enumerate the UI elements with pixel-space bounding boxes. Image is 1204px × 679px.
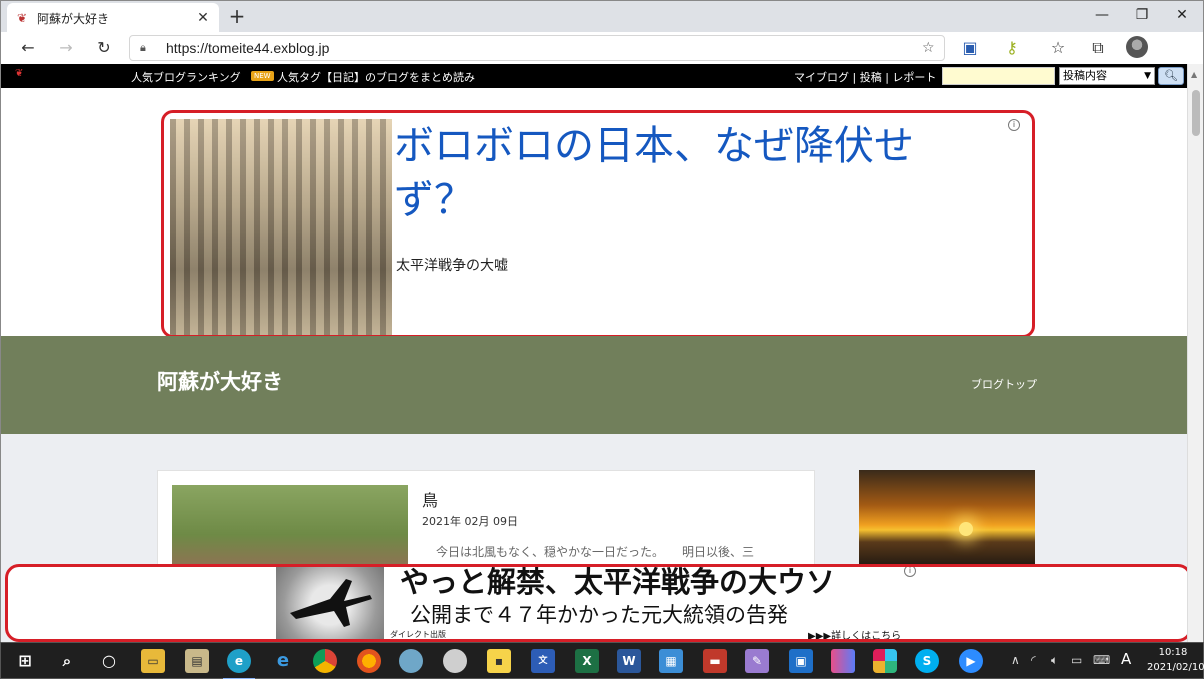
clock-date: 2021/02/10 — [1147, 662, 1204, 673]
favorites-icon[interactable]: ☆ — [1045, 36, 1071, 60]
toolbox-icon[interactable]: ▬ — [703, 649, 727, 673]
new-badge: NEW — [251, 71, 274, 81]
globe-app-icon[interactable] — [399, 649, 423, 673]
keyboard-icon[interactable]: ⌨ — [1093, 653, 1110, 667]
tag-link[interactable]: 人気タグ【日記】のブログをまとめ読み — [277, 69, 475, 85]
ad-bottom-subheadline: 公開まで４７年かかった元大統領の告発 — [410, 603, 788, 627]
ranking-link[interactable]: 人気ブログランキング — [131, 69, 241, 85]
tab-close-icon[interactable]: ✕ — [195, 10, 211, 26]
forward-button[interactable]: → — [53, 36, 79, 60]
tab-bar: ❦ 阿蘇が大好き ✕ + — ❐ ✕ — [0, 0, 1204, 33]
exblog-logo-icon[interactable]: ❦ — [15, 68, 23, 79]
bottom-ad-banner[interactable]: やっと解禁、太平洋戦争の大ウソ 公開まで４７年かかった元大統領の告発 ダイレクト… — [5, 564, 1192, 642]
post-date: 2021年 02月 09日 — [422, 515, 518, 528]
disc-app-icon[interactable] — [443, 649, 467, 673]
ad-info-icon[interactable]: i — [1008, 119, 1020, 131]
browser-toolbar: ← → ↻ 🔒︎ https://tomeite44.exblog.jp ☆ ▣… — [0, 32, 1204, 64]
extension-key-icon[interactable]: ⚷ — [999, 36, 1025, 60]
excel-icon[interactable]: X — [575, 649, 599, 673]
tab-active[interactable]: ❦ 阿蘇が大好き ✕ — [7, 3, 219, 33]
search-scope-select[interactable]: 投稿内容 ▼ — [1059, 67, 1155, 85]
back-button[interactable]: ← — [15, 36, 41, 60]
collections-icon[interactable]: ⧉ — [1085, 36, 1111, 60]
ie-browser-icon[interactable]: e — [271, 649, 295, 673]
search-scope-value: 投稿内容 — [1063, 69, 1107, 82]
user-links[interactable]: マイブログ | 投稿 | レポート — [794, 69, 936, 85]
plane-silhouette-icon — [290, 579, 372, 627]
url-text: https://tomeite44.exblog.jp — [166, 40, 330, 56]
ad-info-icon[interactable]: i — [904, 567, 916, 577]
blog-header: 阿蘇が大好き ブログトップ — [1, 336, 1188, 434]
paint-icon[interactable]: ✎ — [745, 649, 769, 673]
ad-headline[interactable]: ボロボロの日本、なぜ降伏せず？ — [394, 119, 954, 227]
add-favorite-icon[interactable]: ☆ — [922, 40, 944, 56]
exblog-navbar: ❦ 人気ブログランキング NEW 人気タグ【日記】のブログをまとめ読み マイブロ… — [1, 64, 1188, 88]
sidebar-sunset-image[interactable] — [859, 470, 1035, 570]
ime-indicator[interactable]: A — [1121, 650, 1131, 668]
post-title[interactable]: 鳥 — [422, 487, 438, 511]
refresh-button[interactable]: ↻ — [91, 36, 117, 60]
soldiers-photo — [170, 119, 392, 335]
whiteboard-icon[interactable] — [831, 649, 855, 673]
extension-image-icon[interactable]: ▣ — [957, 36, 983, 60]
notes-app-icon[interactable]: ▤ — [185, 649, 209, 673]
remote-desktop-icon[interactable]: ▣ — [789, 649, 813, 673]
clock-time: 10:18 — [1158, 647, 1188, 658]
tab-title: 阿蘇が大好き — [37, 11, 110, 26]
scroll-up-icon[interactable]: ▲ — [1191, 70, 1197, 79]
windows-taskbar: ⊞ ⌕ ○ ▭ ▤ e e ▪ 文 X W ▦ ▬ ✎ ▣ S ▶ ∧ ◜ 🔈︎… — [0, 642, 1204, 679]
file-explorer-icon[interactable]: ▭ — [141, 649, 165, 673]
new-tab-button[interactable]: + — [225, 5, 249, 29]
ad-plane-image — [276, 567, 384, 639]
sun-shape — [959, 522, 973, 536]
firefox-icon[interactable] — [357, 649, 381, 673]
skype-icon[interactable]: S — [915, 649, 939, 673]
ad-publisher: ダイレクト出版 — [390, 630, 446, 639]
photo-app-icon[interactable]: ▦ — [659, 649, 683, 673]
edge-browser-icon[interactable]: e — [223, 649, 255, 679]
slack-icon[interactable] — [873, 649, 897, 673]
sticky-notes-icon[interactable]: ▪ — [487, 649, 511, 673]
search-button[interactable]: 🔍︎ — [1158, 67, 1184, 85]
start-windows-icon[interactable]: ⊞ — [13, 649, 37, 673]
ad-more-link[interactable]: ▶▶▶詳しくはこちら — [808, 627, 901, 639]
chrome-icon[interactable] — [313, 649, 337, 673]
page-scrollbar[interactable]: ▲ — [1187, 64, 1203, 642]
post-excerpt: 今日は北風もなく、穏やかな一日だった。 明日以後、三 — [436, 545, 755, 559]
volume-icon[interactable]: 🔈︎ — [1051, 653, 1058, 668]
lock-icon: 🔒︎ — [140, 41, 146, 54]
battery-icon[interactable]: ▭ — [1071, 653, 1082, 667]
taskbar-clock[interactable]: 10:18 2021/02/10 — [1147, 645, 1204, 675]
site-favicon-icon: ❦ — [16, 11, 28, 25]
task-view-icon[interactable]: ○ — [97, 649, 121, 673]
window-close-button[interactable]: ✕ — [1159, 1, 1204, 31]
blog-search-input[interactable] — [942, 67, 1055, 85]
blog-title[interactable]: 阿蘇が大好き — [157, 366, 283, 396]
search-icon[interactable]: ⌕ — [55, 649, 79, 673]
page-viewport: ❦ 人気ブログランキング NEW 人気タグ【日記】のブログをまとめ読み マイブロ… — [0, 64, 1204, 642]
ad-subtitle: 太平洋戦争の大嘘 — [396, 258, 508, 274]
blog-top-link[interactable]: ブログトップ — [971, 376, 1037, 392]
word-icon[interactable]: W — [617, 649, 641, 673]
address-bar[interactable]: 🔒︎ https://tomeite44.exblog.jp ☆ — [129, 35, 945, 61]
profile-avatar[interactable] — [1126, 36, 1148, 58]
chevron-down-icon: ▼ — [1144, 71, 1151, 81]
wifi-icon[interactable]: ◜ — [1031, 653, 1036, 667]
scrollbar-thumb[interactable] — [1192, 90, 1200, 136]
zoom-icon[interactable]: ▶ — [959, 649, 983, 673]
ad-bottom-headline[interactable]: やっと解禁、太平洋戦争の大ウソ — [400, 567, 835, 601]
top-ad-banner[interactable]: ボロボロの日本、なぜ降伏せず？ 太平洋戦争の大嘘 i — [161, 110, 1035, 338]
tray-chevron-up-icon[interactable]: ∧ — [1011, 653, 1020, 667]
blue-app-icon[interactable]: 文 — [531, 649, 555, 673]
